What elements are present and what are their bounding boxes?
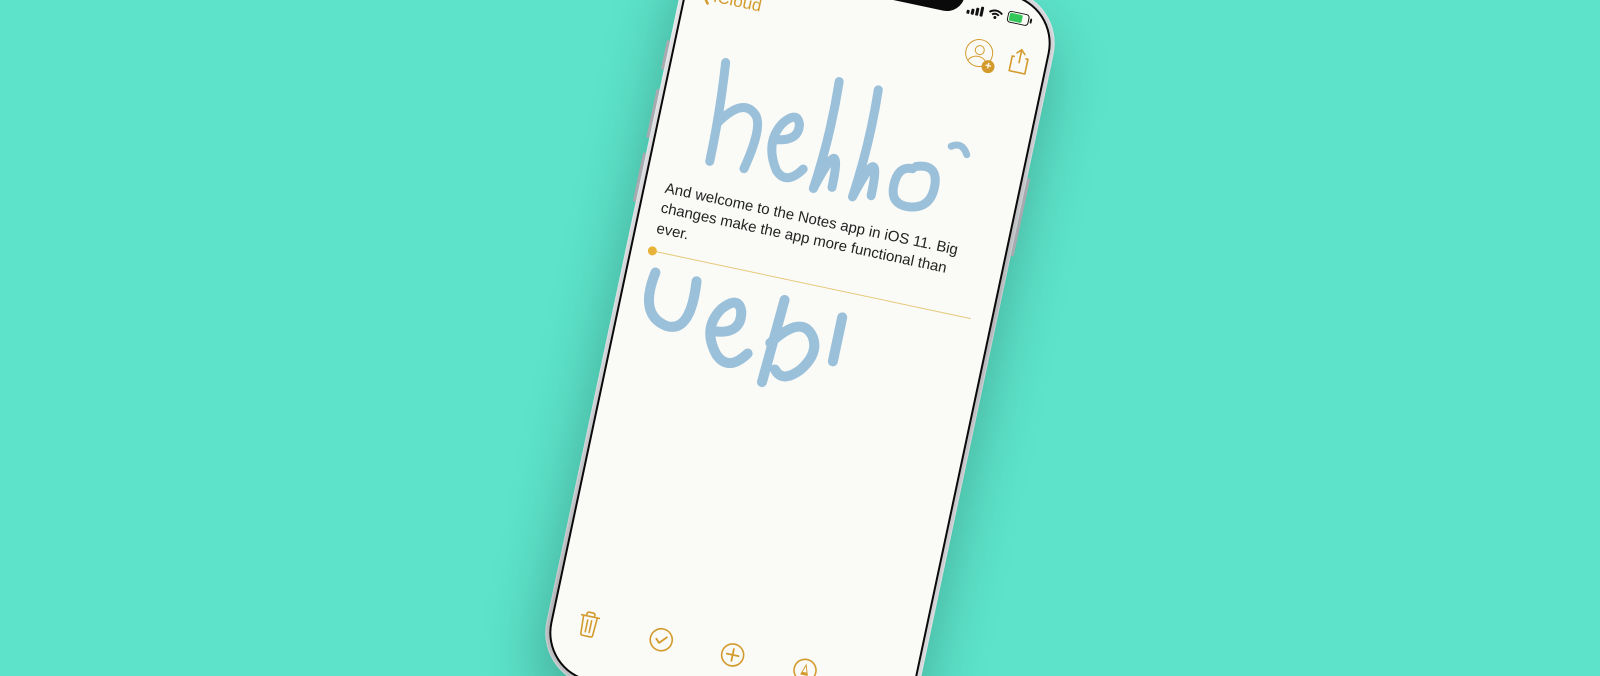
add-attachment-button[interactable] <box>716 638 749 671</box>
status-indicators <box>966 2 1033 27</box>
checkmark-circle-icon <box>645 624 676 655</box>
cellular-icon <box>966 2 985 16</box>
plus-circle-icon <box>717 640 748 671</box>
trash-icon <box>575 609 602 639</box>
draw-button[interactable] <box>788 654 821 676</box>
battery-icon <box>1006 10 1033 27</box>
share-icon <box>1007 47 1032 77</box>
phone-bezel: 2:21 <box>540 0 1060 676</box>
back-button[interactable]: iCloud <box>698 0 763 16</box>
collaborate-button[interactable]: + <box>961 35 997 71</box>
wifi-icon <box>987 7 1005 21</box>
compose-icon <box>861 670 892 676</box>
delete-button[interactable] <box>572 608 605 641</box>
handwriting-secondary <box>625 261 904 432</box>
checklist-button[interactable] <box>644 623 677 656</box>
promo-stage: 2:21 <box>0 0 1600 676</box>
compose-button[interactable] <box>860 669 893 676</box>
phone-frame: 2:21 <box>535 0 1064 676</box>
divider-handle-icon[interactable] <box>647 245 658 256</box>
plus-badge-icon: + <box>980 59 995 74</box>
share-button[interactable] <box>1005 47 1033 75</box>
screen: 2:21 <box>542 0 1057 676</box>
note-content[interactable]: And welcome to the Notes app in iOS 11. … <box>561 12 1040 657</box>
back-label: iCloud <box>712 0 763 16</box>
phone-wrapper: 2:21 <box>535 0 1064 676</box>
nav-actions: + <box>961 35 1034 78</box>
pencil-circle-icon <box>789 655 820 676</box>
